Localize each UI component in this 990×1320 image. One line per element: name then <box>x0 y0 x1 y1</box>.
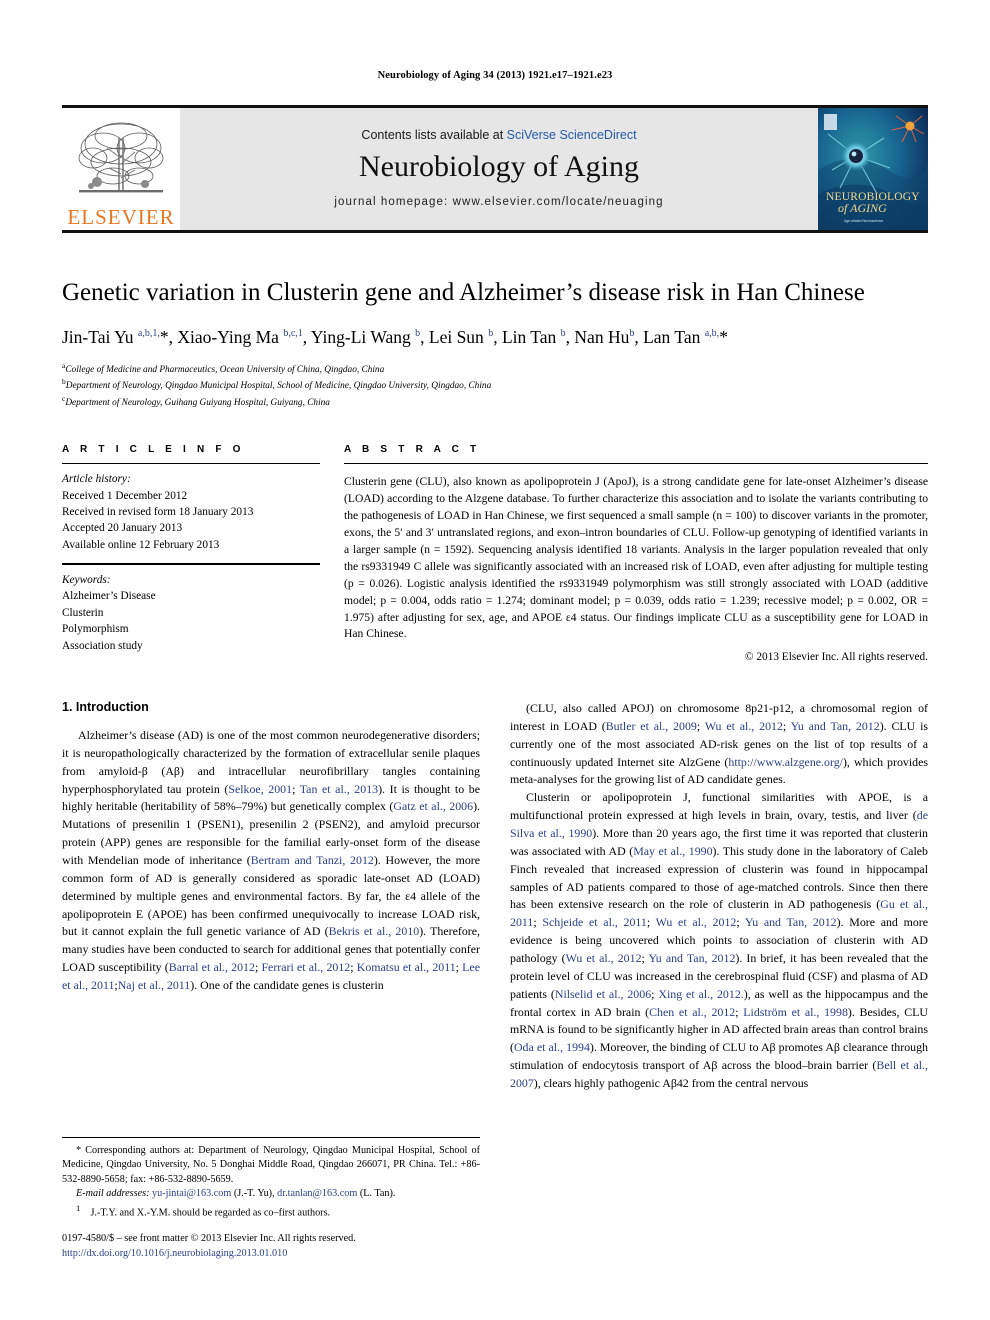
intro-paragraph-right-2: Clusterin or apolipoprotein J, functiona… <box>510 790 929 1090</box>
abstract-heading: A B S T R A C T <box>344 444 481 456</box>
info-abstract-region: A R T I C L E I N F O Article history: R… <box>62 444 928 664</box>
journal-article-page: Neurobiology of Aging 34 (2013) 1921.e17… <box>0 0 990 1320</box>
journal-band: Contents lists available at SciVerse Sci… <box>180 108 818 230</box>
svg-text:of AGING: of AGING <box>838 201 887 215</box>
doi-link[interactable]: http://dx.doi.org/10.1016/j.neurobiolagi… <box>62 1247 480 1262</box>
running-head: Neurobiology of Aging 34 (2013) 1921.e17… <box>377 70 613 81</box>
elsevier-logo: ELSEVIER <box>62 108 180 230</box>
abstract-copyright: © 2013 Elsevier Inc. All rights reserved… <box>744 651 928 664</box>
journal-masthead: ELSEVIER Contents lists available at Sci… <box>62 105 928 233</box>
keyword-item: Association study <box>62 639 143 652</box>
journal-title: Neurobiology of Aging <box>359 150 639 183</box>
cover-artwork-icon: NEUROBIOLOGY of AGING Age-related Neuros… <box>818 108 928 230</box>
svg-text:Age-related Neuroscience: Age-related Neuroscience <box>844 219 883 223</box>
body-column-right: (CLU, also called APOJ) on chromosome 8p… <box>510 700 928 1200</box>
affiliation-item: bDepartment of Neurology, Qingdao Munici… <box>62 377 492 392</box>
issn-line: 0197-4580/$ – see front matter © 2013 El… <box>62 1233 356 1245</box>
elsevier-tree-icon <box>78 122 164 193</box>
intro-paragraph-left: Alzheimer’s disease (AD) is one of the m… <box>62 727 481 992</box>
keyword-item: Clusterin <box>62 606 104 619</box>
journal-cover-thumbnail: NEUROBIOLOGY of AGING Age-related Neuros… <box>818 108 928 230</box>
affiliation-list: aCollege of Medicine and Pharmaceutics, … <box>62 361 928 411</box>
keyword-item: Alzheimer’s Disease <box>62 590 156 603</box>
footnote-cofirst-authors: 1 J.-T.Y. and X.-Y.M. should be regarded… <box>76 1202 331 1218</box>
article-history-item: Received in revised form 18 January 2013 <box>62 505 254 518</box>
abstract-column: A B S T R A C T Clusterin gene (CLU), al… <box>344 444 928 664</box>
article-info-column: A R T I C L E I N F O Article history: R… <box>62 444 320 664</box>
contents-list-line: Contents lists available at SciVerse Sci… <box>361 128 636 142</box>
article-history-label: Article history: <box>62 473 131 486</box>
article-history-item: Received 1 December 2012 <box>62 489 188 502</box>
abstract-text: Clusterin gene (CLU), also known as apol… <box>344 475 928 641</box>
article-history-item: Available online 12 February 2013 <box>62 538 220 551</box>
footnote-email-addresses: E-mail addresses: yu-jintai@163.com (J.-… <box>76 1188 396 1200</box>
keywords-label: Keywords: <box>62 574 111 587</box>
footnote-block: * Corresponding authors at: Department o… <box>62 1136 480 1262</box>
keyword-item: Polymorphism <box>62 623 129 636</box>
contents-prefix: Contents lists available at <box>361 128 507 142</box>
intro-paragraph-right-1: (CLU, also called APOJ) on chromosome 8p… <box>510 700 929 787</box>
issn-copyright-block: 0197-4580/$ – see front matter © 2013 El… <box>62 1232 480 1262</box>
author-list: Jin-Tai Yu a,b,1,*, Xiao-Ying Ma b,c,1, … <box>62 326 728 347</box>
article-info-heading: A R T I C L E I N F O <box>62 444 245 456</box>
section-heading-introduction: 1. Introduction <box>62 699 149 714</box>
journal-homepage-line[interactable]: journal homepage: www.elsevier.com/locat… <box>334 196 663 208</box>
title-block: Genetic variation in Clusterin gene and … <box>62 279 928 410</box>
affiliation-item: cDepartment of Neurology, Guihang Guiyan… <box>62 393 330 408</box>
elsevier-wordmark: ELSEVIER <box>67 205 175 229</box>
body-columns: 1. Introduction Alzheimer’s disease (AD)… <box>62 700 928 1200</box>
body-column-left: 1. Introduction Alzheimer’s disease (AD)… <box>62 700 480 1200</box>
page-title: Genetic variation in Clusterin gene and … <box>62 279 865 306</box>
sciencedirect-link[interactable]: SciVerse ScienceDirect <box>507 128 637 142</box>
article-history-group: Article history: Received 1 December 201… <box>62 464 320 563</box>
article-history-item: Accepted 20 January 2013 <box>62 522 183 535</box>
affiliation-item: aCollege of Medicine and Pharmaceutics, … <box>62 360 385 375</box>
footnote-corresponding-authors: * Corresponding authors at: Department o… <box>62 1144 480 1185</box>
keywords-group: Keywords: Alzheimer’s Disease Clusterin … <box>62 565 320 664</box>
